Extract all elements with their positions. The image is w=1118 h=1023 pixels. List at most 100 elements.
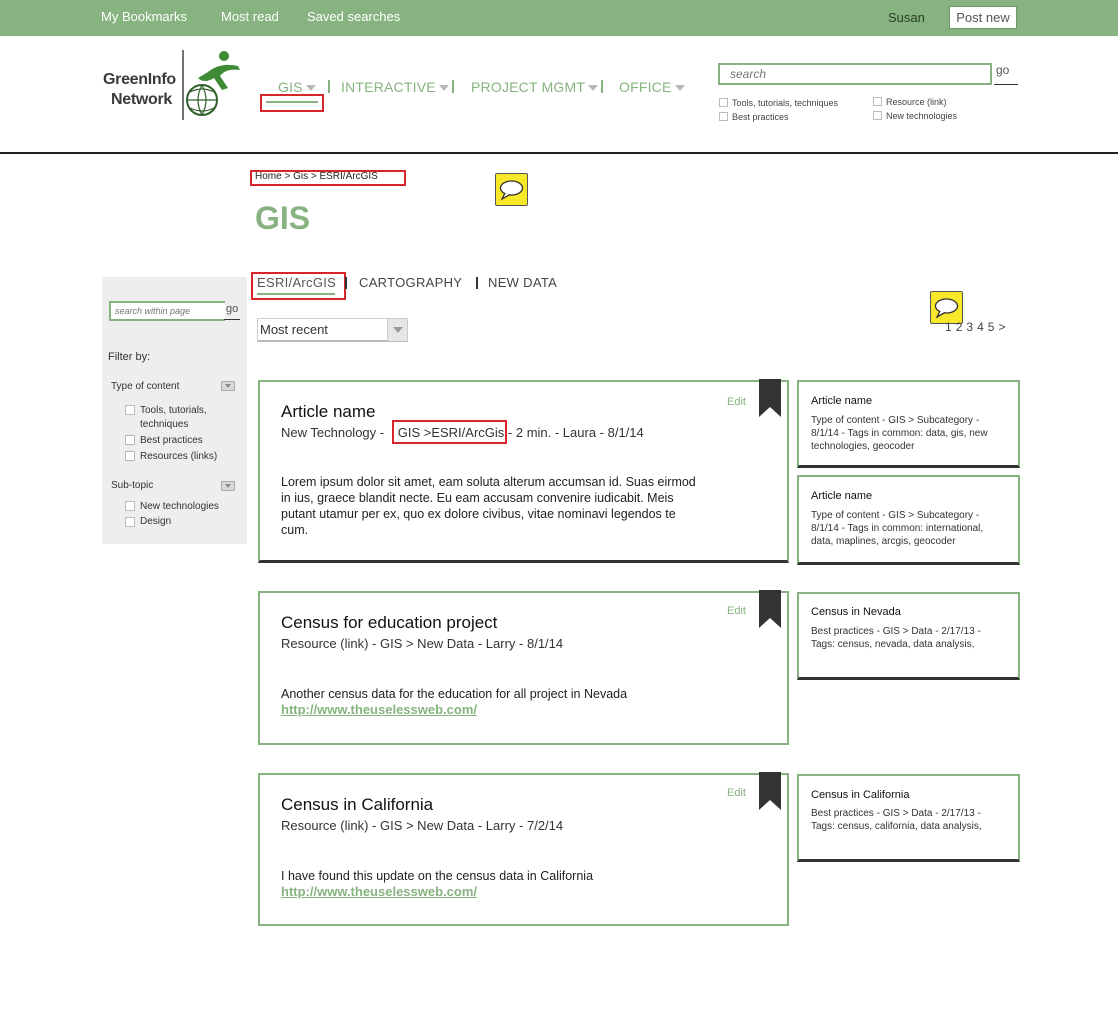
- nav-gis-label: GIS: [278, 79, 303, 95]
- logo[interactable]: GreenInfo Network: [103, 70, 176, 110]
- tab-new-data[interactable]: NEW DATA: [488, 275, 557, 290]
- tab-cartography[interactable]: CARTOGRAPHY: [359, 275, 462, 290]
- article-body: I have found this update on the census d…: [281, 869, 594, 883]
- most-read-link[interactable]: Most read: [221, 9, 279, 24]
- subtopic-new-tech-checkbox[interactable]: [125, 501, 135, 511]
- annotation-highlight: [260, 94, 324, 112]
- pagination: 1 2 3 4 5 >: [945, 320, 1009, 334]
- filter-sidebar: go Filter by: Type of content Tools, tut…: [102, 277, 247, 544]
- filter-tools-checkbox[interactable]: [719, 98, 728, 107]
- filter-best-practices-checkbox[interactable]: [719, 112, 728, 121]
- filter-best-practices-label: Best practices: [732, 112, 789, 122]
- article-body: Another census data for the education fo…: [281, 687, 628, 701]
- chevron-down-icon: [305, 85, 316, 92]
- edit-link[interactable]: Edit: [727, 605, 746, 617]
- nav-project-mgmt[interactable]: PROJECT MGMT: [471, 79, 599, 95]
- article-card: Edit Census for education project Resour…: [258, 590, 789, 745]
- filter-resource-checkbox[interactable]: [873, 97, 882, 106]
- nav-office[interactable]: OFFICE: [619, 79, 685, 95]
- article-type: New Technology -: [281, 425, 385, 440]
- chevron-down-icon: [674, 85, 685, 92]
- type-of-content-toggle[interactable]: [221, 381, 235, 391]
- header-divider: [0, 152, 1118, 154]
- nav-separator: [328, 80, 330, 93]
- user-name[interactable]: Susan: [888, 10, 925, 25]
- related-item[interactable]: Census in California Best practices - GI…: [797, 774, 1020, 862]
- article-meta: Resource (link) - GIS > New Data - Larry…: [281, 636, 564, 651]
- page-2-link[interactable]: 2: [956, 320, 963, 334]
- globe-runner-icon: [182, 50, 240, 120]
- filter-resource-label: Resource (link): [886, 97, 947, 107]
- post-new-button[interactable]: Post new: [949, 6, 1017, 29]
- search-go-button[interactable]: go: [996, 63, 1009, 77]
- type-resources-checkbox[interactable]: [125, 451, 135, 461]
- type-best-practices-checkbox[interactable]: [125, 435, 135, 445]
- edit-link[interactable]: Edit: [727, 396, 746, 408]
- search-input[interactable]: [718, 63, 992, 85]
- divider: [994, 84, 1018, 85]
- nav-separator: [601, 80, 603, 93]
- sort-selected-value: Most recent: [260, 322, 328, 337]
- tab-separator: [345, 277, 347, 289]
- next-page-link[interactable]: >: [998, 320, 1005, 334]
- article-link[interactable]: http://www.theuselessweb.com/: [281, 702, 477, 717]
- related-item[interactable]: Article name Type of content - GIS > Sub…: [797, 380, 1020, 468]
- subtopic-new-tech-label: New technologies: [140, 501, 219, 512]
- related-item[interactable]: Census in Nevada Best practices - GIS > …: [797, 592, 1020, 680]
- comment-note-icon: [495, 173, 528, 206]
- article-info: - 2 min. - Laura - 8/1/14: [507, 425, 644, 440]
- article-title[interactable]: Article name: [281, 402, 375, 422]
- related-item[interactable]: Article name Type of content - GIS > Sub…: [797, 475, 1020, 565]
- article-title[interactable]: Census for education project: [281, 613, 497, 633]
- type-best-practices-label: Best practices: [140, 435, 203, 446]
- article-title[interactable]: Census in California: [281, 795, 433, 815]
- annotation-highlight: [392, 420, 507, 444]
- chevron-down-icon[interactable]: [387, 319, 407, 341]
- related-info: Best practices - GIS > Data - 2/17/13 - …: [811, 626, 981, 650]
- related-info: Type of content - GIS > Subcategory - 8/…: [811, 415, 988, 452]
- article-card: Edit Census in California Resource (link…: [258, 772, 789, 926]
- divider: [224, 319, 240, 320]
- type-tools-checkbox[interactable]: [125, 405, 135, 415]
- sort-select[interactable]: Most recent: [257, 318, 408, 342]
- my-bookmarks-link[interactable]: My Bookmarks: [101, 9, 187, 24]
- page-title: GIS: [255, 200, 311, 236]
- nav-office-label: OFFICE: [619, 79, 672, 95]
- related-title: Census in Nevada: [811, 606, 901, 618]
- type-tools-label: Tools, tutorials, techniques: [140, 405, 207, 430]
- logo-line1: GreenInfo: [103, 71, 176, 88]
- article-body: Lorem ipsum dolor sit amet, eam soluta a…: [281, 475, 696, 537]
- page-search-input[interactable]: [109, 301, 225, 321]
- subtopic-design-checkbox[interactable]: [125, 517, 135, 527]
- subtopic-design-label: Design: [140, 516, 172, 527]
- related-info: Best practices - GIS > Data - 2/17/13 - …: [811, 808, 982, 832]
- tab-separator: [476, 277, 478, 289]
- top-bar: My Bookmarks Most read Saved searches Su…: [0, 0, 1118, 36]
- nav-gis[interactable]: GIS: [278, 79, 316, 95]
- edit-link[interactable]: Edit: [727, 787, 746, 799]
- annotation-highlight: [251, 272, 346, 300]
- filter-new-tech-checkbox[interactable]: [873, 111, 882, 120]
- filter-tools-label: Tools, tutorials, techniques: [732, 98, 839, 108]
- related-title: Census in California: [811, 789, 910, 801]
- page-4-link[interactable]: 4: [977, 320, 984, 334]
- article-link[interactable]: http://www.theuselessweb.com/: [281, 884, 477, 899]
- page-5-link[interactable]: 5: [988, 320, 995, 334]
- sub-topic-toggle[interactable]: [221, 481, 235, 491]
- page-search-go-button[interactable]: go: [226, 303, 238, 315]
- nav-separator: [452, 80, 454, 93]
- article-meta: Resource (link) - GIS > New Data - Larry…: [281, 818, 564, 833]
- bookmark-icon[interactable]: [759, 772, 781, 810]
- page-3-link[interactable]: 3: [966, 320, 973, 334]
- nav-interactive[interactable]: INTERACTIVE: [341, 79, 449, 95]
- bookmark-icon[interactable]: [759, 590, 781, 628]
- annotation-highlight: [250, 170, 406, 186]
- nav-project-mgmt-label: PROJECT MGMT: [471, 79, 586, 95]
- bookmark-icon[interactable]: [759, 379, 781, 417]
- type-resources-label: Resources (links): [140, 451, 218, 462]
- page-1-link[interactable]: 1: [945, 320, 952, 334]
- sub-topic-label: Sub-topic: [111, 480, 154, 491]
- filter-by-label: Filter by:: [108, 351, 151, 363]
- saved-searches-link[interactable]: Saved searches: [307, 9, 400, 24]
- related-title: Article name: [811, 490, 873, 502]
